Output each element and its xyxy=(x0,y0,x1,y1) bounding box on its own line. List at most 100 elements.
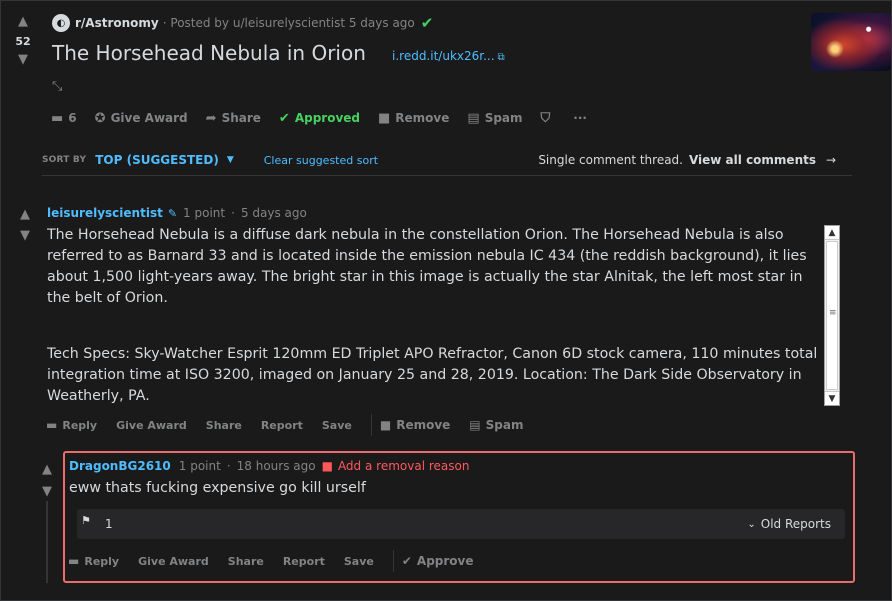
spam-icon: ▤ xyxy=(467,110,480,126)
downvote-icon[interactable]: ▼ xyxy=(15,53,31,67)
remove-button[interactable]: ■ Remove xyxy=(380,418,450,432)
thread-line[interactable] xyxy=(46,501,48,583)
share-icon: ➦ xyxy=(205,110,217,126)
comment-icon: ▬ xyxy=(46,418,58,432)
report-button[interactable]: Report xyxy=(261,419,303,432)
scroll-down-button[interactable]: ▼ xyxy=(825,391,839,405)
add-removal-reason-button[interactable]: ■ Add a removal reason xyxy=(322,459,470,473)
separator-dot: · xyxy=(231,206,235,220)
post-link-text[interactable]: i.redd.it/ukx26r... xyxy=(392,49,495,63)
separator-dot: · xyxy=(226,459,231,473)
checkmark-icon: ✔ xyxy=(278,110,290,126)
reply-button[interactable]: ▬ Reply xyxy=(68,554,119,568)
removal-reason-label: Add a removal reason xyxy=(337,459,470,473)
caret-down-icon[interactable]: ▼ xyxy=(227,155,234,165)
divider xyxy=(370,414,372,436)
checkmark-icon: ✔ xyxy=(401,554,412,568)
chevron-down-icon: ⌄ xyxy=(747,518,756,530)
comment-time[interactable]: 5 days ago xyxy=(241,206,307,220)
sort-bar: SORT BY TOP (SUGGESTED) ▼ Clear suggeste… xyxy=(42,149,852,171)
remove-label: Remove xyxy=(396,418,451,432)
comment-meta: leisurelyscientist ✎ 1 point · 5 days ag… xyxy=(47,205,307,221)
trash-icon: ■ xyxy=(378,110,391,126)
give-award-button[interactable]: ✪ Give Award xyxy=(95,111,188,126)
post-vote: ▲ 52 ▼ xyxy=(9,15,37,67)
approved-label: Approved xyxy=(294,111,360,125)
comment-author[interactable]: DragonBG2610 xyxy=(69,459,171,473)
upvote-icon[interactable]: ▲ xyxy=(39,463,55,477)
comments-button[interactable]: ▬ 6 xyxy=(51,111,77,126)
old-reports-toggle[interactable]: ⌄ Old Reports xyxy=(747,517,831,531)
shield-icon: ⛉ xyxy=(540,110,551,126)
reply-label: Reply xyxy=(62,418,98,432)
reply-button[interactable]: ▬ Reply xyxy=(46,418,97,432)
arrow-right-icon[interactable]: → xyxy=(826,153,836,167)
save-button[interactable]: Save xyxy=(322,419,352,432)
approve-label: Approve xyxy=(416,554,474,568)
downvote-icon[interactable]: ▼ xyxy=(39,485,55,499)
comment-actions: ▬ Reply Give Award Share Report Save ■ Rem… xyxy=(46,414,542,436)
comment-icon: ▬ xyxy=(68,554,80,568)
post-actions: ▬ 6 ✪ Give Award ➦ Share ✔ Approved ■ Remove … xyxy=(51,108,605,128)
award-icon: ✪ xyxy=(94,110,106,126)
posted-by: · Posted by u/leisurelyscientist 5 days … xyxy=(162,16,415,30)
remove-button[interactable]: ■ Remove xyxy=(378,111,449,126)
report-count: 1 xyxy=(105,517,113,531)
sort-dropdown[interactable]: TOP (SUGGESTED) xyxy=(95,153,219,167)
scroll-up-button[interactable]: ▲ xyxy=(825,226,839,240)
post-thumbnail[interactable] xyxy=(811,13,891,71)
comment-time[interactable]: 18 hours ago xyxy=(237,459,316,473)
comment-paragraph: Tech Specs: Sky-Watcher Esprit 120mm ED … xyxy=(47,346,818,404)
reply-label: Reply xyxy=(84,554,120,568)
share-button[interactable]: Share xyxy=(206,419,242,432)
share-label: Share xyxy=(221,111,261,125)
comment-scrollbar[interactable]: ▲ ≡ ▼ xyxy=(824,225,840,406)
downvote-icon[interactable]: ▼ xyxy=(17,229,33,243)
post-score: 52 xyxy=(15,35,31,48)
post-frame: ▲ 52 ▼ ◐ r/Astronomy · Posted by u/leisu… xyxy=(0,0,892,601)
subreddit-icon[interactable]: ◐ xyxy=(52,14,70,32)
comments-count: 6 xyxy=(68,111,77,125)
flag-icon: ⚑ xyxy=(81,514,91,527)
trash-icon: ■ xyxy=(321,459,333,473)
checkmark-icon: ✔ xyxy=(420,14,434,32)
trash-icon: ■ xyxy=(379,418,392,432)
share-button[interactable]: Share xyxy=(228,555,264,568)
more-button[interactable]: ··· xyxy=(573,111,587,125)
upvote-icon[interactable]: ▲ xyxy=(17,208,33,222)
approve-button[interactable]: ✔ Approve xyxy=(402,554,474,568)
report-button[interactable]: Report xyxy=(283,555,325,568)
post-meta: ◐ r/Astronomy · Posted by u/leisurelysci… xyxy=(52,13,433,33)
clear-sort-link[interactable]: Clear suggested sort xyxy=(264,154,378,167)
give-award-button[interactable]: Give Award xyxy=(138,555,209,568)
comment-paragraph: The Horsehead Nebula is a diffuse dark n… xyxy=(47,227,807,306)
comment-meta: DragonBG2610 1 point · 18 hours ago ■ Add… xyxy=(69,458,469,474)
single-thread-label: Single comment thread. xyxy=(538,153,683,167)
upvote-icon[interactable]: ▲ xyxy=(15,15,31,29)
old-reports-label: Old Reports xyxy=(760,517,831,531)
comment-points: 1 point xyxy=(183,206,226,220)
spam-button[interactable]: ▤ Spam xyxy=(467,111,522,126)
spam-button[interactable]: ▤ Spam xyxy=(469,418,523,432)
scrollbar-thumb[interactable]: ≡ xyxy=(826,241,838,390)
spam-label: Spam xyxy=(485,418,524,432)
comment-actions: ▬ Reply Give Award Share Report Save ✔ App… xyxy=(68,550,493,572)
more-icon: ··· xyxy=(573,111,587,125)
comment-author[interactable]: leisurelyscientist xyxy=(47,206,163,220)
sort-label: SORT BY xyxy=(42,155,87,165)
reports-box: ⚑ 1 ⌄ Old Reports xyxy=(77,509,845,539)
external-link-icon: ⧉ xyxy=(497,52,505,63)
save-button[interactable]: Save xyxy=(344,555,374,568)
approved-button[interactable]: ✔ Approved xyxy=(279,111,360,126)
view-all-comments-link[interactable]: View all comments xyxy=(689,153,816,167)
mod-shield-button[interactable]: ⛉ xyxy=(541,111,556,126)
post-title[interactable]: The Horsehead Nebula in Orion xyxy=(52,41,366,65)
post-link[interactable]: i.redd.it/ukx26r... ⧉ xyxy=(392,49,505,63)
expand-icon[interactable]: ⤡ xyxy=(52,79,62,94)
subreddit-link[interactable]: r/Astronomy xyxy=(75,16,159,30)
divider xyxy=(42,175,852,176)
give-award-button[interactable]: Give Award xyxy=(116,419,187,432)
share-button[interactable]: ➦ Share xyxy=(206,111,261,126)
spam-icon: ▤ xyxy=(469,418,481,432)
comment-points: 1 point xyxy=(178,459,221,473)
